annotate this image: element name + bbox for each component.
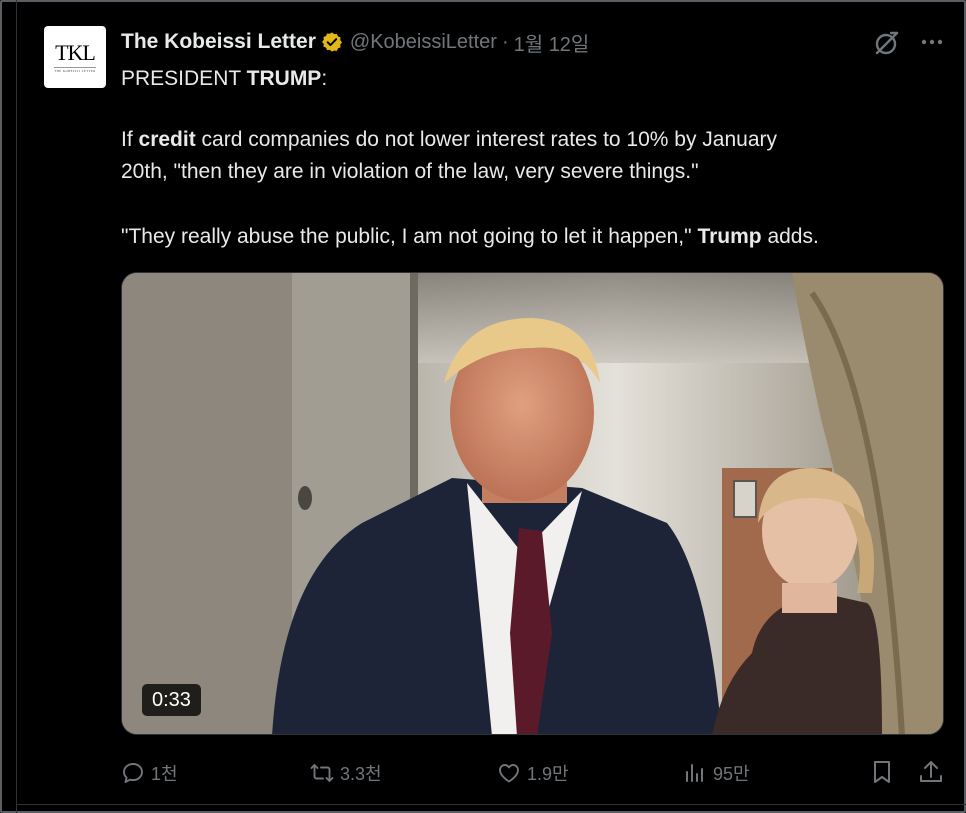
tweet-text-line1: PRESIDENT TRUMP: [121,64,327,93]
text-segment: : [321,67,328,90]
reply-icon [123,763,143,783]
text-segment: adds. [761,225,819,248]
grok-icon[interactable] [872,28,902,58]
text-bold: credit [138,128,196,151]
verified-badge-icon [321,32,342,52]
tweet-text-para1-line2: 20th, "then they are in violation of the… [121,160,699,183]
avatar[interactable]: TKL THE KOBEISSI LETTER [44,26,106,88]
heart-icon [499,764,519,783]
separator: · [501,30,509,53]
divider [16,804,966,805]
text-segment: If [121,128,139,151]
views-icon [686,764,703,782]
tweet-date[interactable]: 1월 12일 [514,28,590,57]
reply-button[interactable]: 1천 [121,756,178,790]
repost-icon [310,764,334,782]
video-player[interactable] [121,272,944,735]
avatar-subtitle: THE KOBEISSI LETTER [54,66,96,73]
views-button[interactable]: 95만 [683,756,750,790]
tweet-text-para1-line1: If credit card companies do not lower in… [121,125,777,154]
repost-button[interactable]: 3.3천 [310,756,382,790]
text-bold: Trump [697,225,762,248]
more-icon[interactable] [918,28,946,56]
bookmark-icon[interactable] [868,758,896,786]
text-segment: PRESIDENT [121,67,247,90]
repost-count: 3.3천 [340,764,382,784]
video-duration-badge: 0:33 [142,684,201,716]
author-handle[interactable]: @KobeissiLetter [350,31,497,54]
text-bold: TRUMP [246,67,322,90]
tweet-text-para2: "They really abuse the public, I am not … [121,222,819,251]
tweet-header: The Kobeissi Letter @KobeissiLetter · 1월… [121,27,589,57]
like-button[interactable]: 1.9만 [497,756,569,790]
video-frame [122,273,943,734]
avatar-monogram: TKL [55,39,96,65]
like-count: 1.9만 [527,764,569,784]
views-count: 95만 [713,764,750,784]
text-segment: "They really abuse the public, I am not … [121,225,698,248]
text-segment: card companies do not lower interest rat… [195,128,778,151]
share-icon[interactable] [917,758,945,786]
reply-count: 1천 [151,764,178,784]
divider [16,0,17,813]
author-name[interactable]: The Kobeissi Letter [121,30,316,54]
